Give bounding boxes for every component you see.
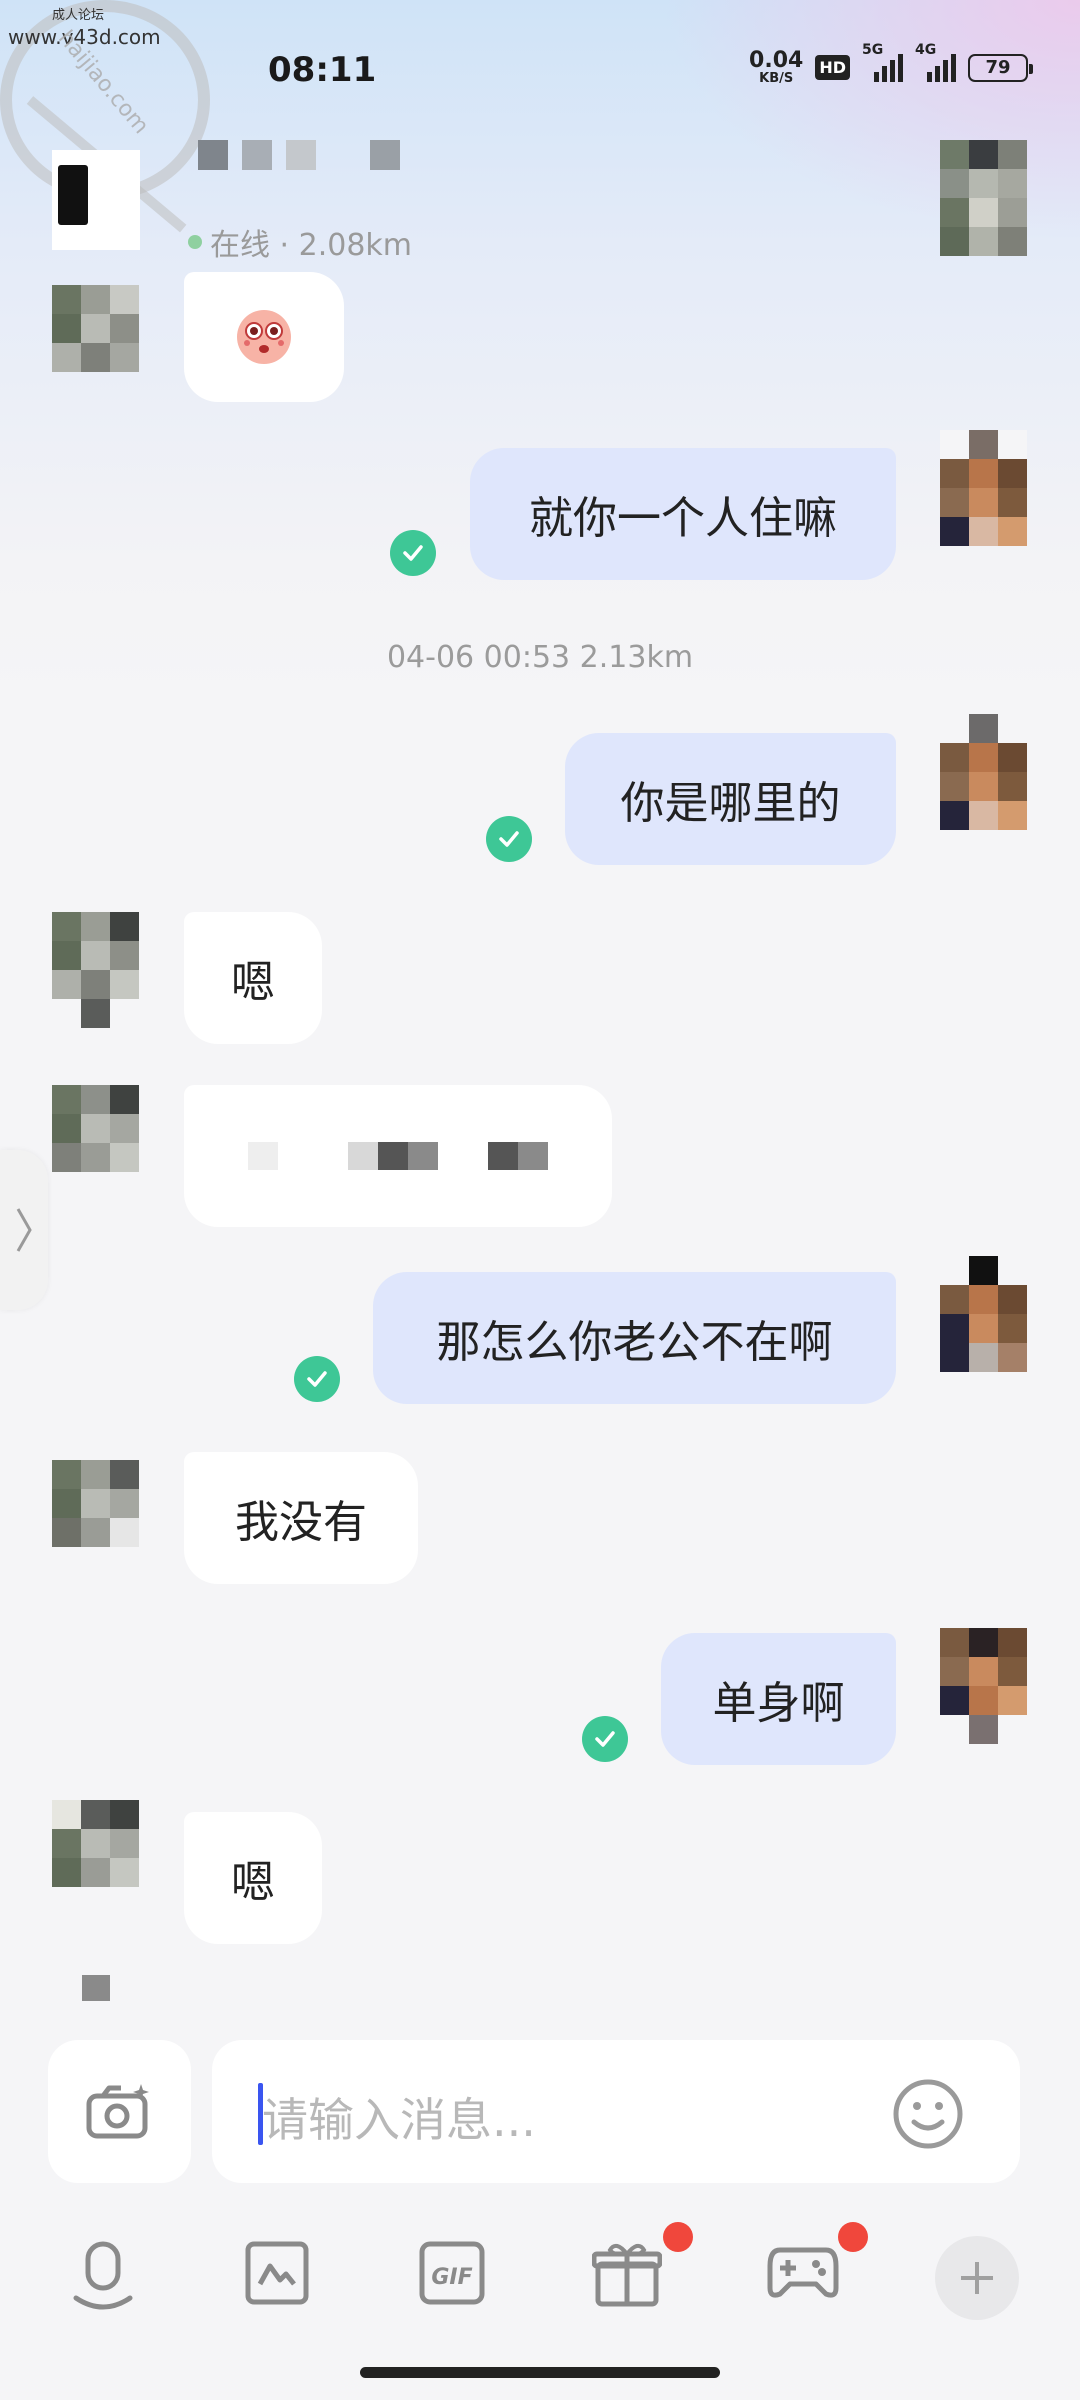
message-text: 嗯 bbox=[231, 1857, 275, 1908]
plus-icon bbox=[961, 2262, 993, 2294]
contact-avatar[interactable] bbox=[52, 285, 139, 372]
message-text: 你是哪里的 bbox=[620, 778, 841, 829]
gift-button[interactable] bbox=[591, 2240, 663, 2314]
status-time: 08:11 bbox=[268, 50, 377, 90]
message-input-placeholder: 请输入消息... bbox=[262, 2093, 536, 2147]
image-icon bbox=[245, 2241, 309, 2305]
contact-avatar[interactable] bbox=[52, 1800, 139, 1887]
read-receipt-icon bbox=[294, 1356, 340, 1402]
message-text: 那怎么你老公不在啊 bbox=[436, 1317, 833, 1368]
my-avatar[interactable] bbox=[940, 1628, 1027, 1744]
hd-icon: HD bbox=[815, 55, 850, 80]
online-status-text: 在线 · 2.08km bbox=[210, 228, 413, 263]
signal-4g-icon: 4G bbox=[915, 42, 956, 82]
battery-icon: 79 bbox=[968, 53, 1033, 82]
gif-button[interactable]: GIF bbox=[418, 2240, 486, 2310]
game-controller-icon bbox=[767, 2247, 839, 2298]
smiley-icon bbox=[893, 2079, 963, 2149]
read-receipt-icon bbox=[582, 1716, 628, 1762]
chevron-right-icon bbox=[16, 1208, 32, 1252]
message-bubble-outgoing[interactable]: 单身啊 bbox=[661, 1633, 896, 1765]
signal-5g-label: 5G bbox=[862, 41, 884, 58]
game-notification-badge bbox=[838, 2222, 868, 2252]
gift-icon bbox=[591, 2243, 663, 2307]
read-receipt-icon bbox=[486, 816, 532, 862]
game-button[interactable] bbox=[766, 2240, 840, 2308]
side-drawer-handle[interactable] bbox=[0, 1150, 48, 1310]
voice-icon bbox=[73, 2241, 133, 2310]
network-speed-unit: KB/S bbox=[759, 71, 794, 86]
gif-icon: GIF bbox=[419, 2241, 485, 2305]
svg-text:GIF: GIF bbox=[431, 2265, 472, 2290]
message-text: 嗯 bbox=[231, 957, 275, 1008]
signal-5g-icon: 5G bbox=[862, 42, 903, 82]
voice-button[interactable] bbox=[68, 2240, 138, 2316]
message-text: 我没有 bbox=[235, 1497, 367, 1548]
status-indicators: 0.04 KB/S HD 5G 4G 79 bbox=[749, 42, 1033, 86]
message-bubble-outgoing[interactable]: 那怎么你老公不在啊 bbox=[373, 1272, 896, 1404]
message-bubble-incoming[interactable]: 嗯 bbox=[184, 912, 322, 1044]
back-arrow-icon[interactable] bbox=[58, 165, 88, 225]
message-bubble-incoming[interactable] bbox=[184, 272, 344, 402]
camera-button[interactable] bbox=[48, 2040, 191, 2183]
emoji-button[interactable] bbox=[892, 2078, 964, 2154]
my-avatar[interactable] bbox=[940, 714, 1027, 830]
network-speed: 0.04 KB/S bbox=[749, 48, 804, 86]
read-receipt-icon bbox=[390, 530, 436, 576]
message-timestamp: 04-06 00:53 2.13km bbox=[386, 640, 694, 675]
message-text: 单身啊 bbox=[712, 1678, 845, 1729]
message-bubble-incoming[interactable]: 我没有 bbox=[184, 1452, 418, 1584]
battery-level: 79 bbox=[985, 57, 1011, 78]
online-dot-icon bbox=[188, 235, 202, 249]
signal-4g-label: 4G bbox=[915, 41, 937, 58]
message-text: 就你一个人住嘛 bbox=[529, 493, 837, 544]
contact-avatar[interactable] bbox=[52, 912, 139, 1028]
watermark-top-text: 成人论坛 bbox=[52, 8, 105, 23]
my-avatar[interactable] bbox=[940, 1256, 1027, 1372]
message-bubble-incoming-censored[interactable] bbox=[184, 1085, 612, 1227]
gift-notification-badge bbox=[663, 2222, 693, 2252]
online-status: 在线 · 2.08km bbox=[188, 220, 412, 264]
sad-face-emoji-icon bbox=[237, 310, 291, 364]
camera-icon bbox=[86, 2083, 149, 2138]
network-speed-value: 0.04 bbox=[749, 48, 804, 73]
censored-content bbox=[248, 1142, 548, 1170]
message-bubble-incoming[interactable]: 嗯 bbox=[184, 1812, 322, 1944]
home-indicator[interactable] bbox=[360, 2367, 720, 2378]
my-avatar[interactable] bbox=[940, 430, 1027, 546]
contact-avatar[interactable] bbox=[52, 1460, 139, 1547]
contact-avatar[interactable] bbox=[940, 140, 1027, 256]
message-bubble-outgoing[interactable]: 你是哪里的 bbox=[565, 733, 896, 865]
contact-avatar[interactable] bbox=[52, 1085, 139, 1172]
contact-name-censored bbox=[198, 140, 400, 170]
message-bubble-outgoing[interactable]: 就你一个人住嘛 bbox=[470, 448, 896, 580]
image-button[interactable] bbox=[244, 2240, 310, 2310]
more-button[interactable] bbox=[935, 2236, 1019, 2320]
censored-fragment bbox=[82, 1975, 110, 2001]
